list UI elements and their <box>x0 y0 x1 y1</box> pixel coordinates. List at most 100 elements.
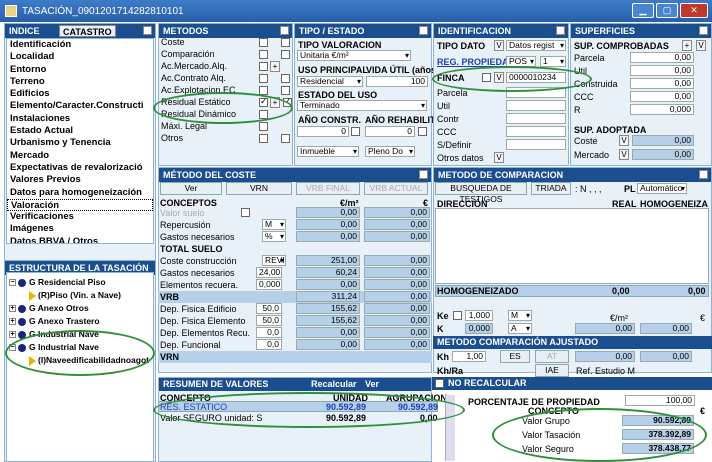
estado-select[interactable]: Terminado <box>297 100 427 111</box>
indice-item[interactable]: Mercado <box>7 150 153 162</box>
indice-item[interactable]: Terreno <box>7 76 153 88</box>
tree-node[interactable]: + G Anexo Otros <box>9 303 89 313</box>
sup-input[interactable]: 0,000 <box>630 104 694 115</box>
indice-item[interactable]: Identificación <box>7 39 153 51</box>
indice-toggle[interactable] <box>143 26 152 35</box>
coste-unit[interactable]: 0,000 <box>256 279 282 290</box>
estructura-tree[interactable]: − G Residencial Piso (R)Piso (Vin. a Nave… <box>6 272 154 462</box>
ident-input[interactable] <box>506 113 566 124</box>
vrn-button[interactable]: VRN <box>226 182 292 195</box>
vrb-actual-button[interactable]: VRB ACTUAL <box>364 182 428 195</box>
pos-num-select[interactable]: 1 <box>540 56 566 67</box>
tipo-valoracion-select[interactable]: Unitaria €/m² <box>297 50 411 61</box>
m-select[interactable]: M <box>508 310 532 321</box>
vrb-final-button[interactable]: VRB FINAL <box>296 182 360 195</box>
coste-unit[interactable]: 50,0 <box>256 303 282 314</box>
sup-input[interactable]: 0,00 <box>630 52 694 63</box>
metodo-check[interactable] <box>259 74 268 83</box>
sup-input[interactable]: 0,00 <box>630 78 694 89</box>
valor-suelo-check[interactable] <box>241 208 250 217</box>
coste-unit[interactable]: M <box>262 219 286 230</box>
tree-node[interactable]: + G Industrial Nave <box>9 329 99 339</box>
coste-unit[interactable]: 0,0 <box>256 327 282 338</box>
metodo-check-2[interactable] <box>281 38 290 47</box>
metodo-add-button[interactable]: + <box>270 97 280 108</box>
coste-unit[interactable]: % <box>262 231 286 242</box>
sup-input[interactable]: 0,00 <box>630 91 694 102</box>
uso-select[interactable]: Residencial <box>297 76 363 87</box>
sup-adopt-v[interactable]: V <box>619 149 629 160</box>
kh-input[interactable]: 1,00 <box>452 351 486 362</box>
metodo-check-2[interactable] <box>281 134 290 143</box>
ident-input[interactable] <box>506 126 566 137</box>
finca-input[interactable]: 0000010234 <box>506 72 566 83</box>
iae-button[interactable]: IAE <box>535 364 569 377</box>
indice-item[interactable]: Estado Actual <box>7 125 153 137</box>
anio-rehab-check[interactable] <box>418 127 427 136</box>
es-button[interactable]: ES <box>500 350 530 363</box>
resumen-scrollbar[interactable] <box>445 395 455 461</box>
coste-unit[interactable]: 50,0 <box>256 315 282 326</box>
ident-input[interactable] <box>506 100 566 111</box>
testigos-table[interactable] <box>435 208 709 284</box>
indice-item[interactable]: Datos para homogeneización <box>7 187 153 199</box>
recalcular-button[interactable]: Recalcular <box>311 378 357 391</box>
tree-node[interactable]: − G Residencial Piso <box>9 277 106 287</box>
coste-unit[interactable]: REVI <box>262 255 286 266</box>
busqueda-testigos-button[interactable]: BUSQUEDA DE TESTIGOS <box>435 182 527 204</box>
ver-button[interactable]: Ver <box>160 182 222 195</box>
metodo-check[interactable] <box>259 50 268 59</box>
metodo-check[interactable] <box>259 110 268 119</box>
indice-item[interactable]: Verificaciones <box>7 211 153 223</box>
metodo-add-button[interactable]: + <box>270 61 280 72</box>
indice-item[interactable]: Elemento/Caracter.Constructi <box>7 100 153 112</box>
inmueble-select[interactable]: Inmueble <box>297 146 359 157</box>
minimize-button[interactable]: ▁ <box>632 3 654 18</box>
pl-select[interactable]: Automático <box>637 183 687 194</box>
indice-item[interactable]: Entorno <box>7 64 153 76</box>
vida-input[interactable]: 100 <box>366 76 428 87</box>
ident-input[interactable] <box>506 87 566 98</box>
finca-v-button[interactable]: V <box>494 72 504 83</box>
close-button[interactable]: ✕ <box>680 3 708 18</box>
indice-item[interactable]: Valoración <box>7 198 153 212</box>
pleno-select[interactable]: Pleno Do <box>365 146 415 157</box>
metodo-check[interactable] <box>259 122 268 131</box>
metodo-check[interactable] <box>259 62 268 71</box>
metodo-check[interactable] <box>259 134 268 143</box>
ke-input[interactable]: 1,000 <box>465 310 493 321</box>
indice-item[interactable]: Datos BBVA / Otros <box>7 236 153 243</box>
metodo-check-2[interactable] <box>281 86 290 95</box>
no-recalcular-check[interactable] <box>435 379 444 388</box>
indice-item[interactable]: Instalaciones <box>7 113 153 125</box>
indice-item[interactable]: Valores Previos <box>7 174 153 186</box>
ident-input[interactable] <box>506 139 566 150</box>
triada-button[interactable]: TRIADA <box>531 182 571 195</box>
at-button[interactable]: AT <box>535 350 569 363</box>
metodo-check-2[interactable] <box>283 96 292 107</box>
anio-rehab-input[interactable]: 0 <box>365 126 415 137</box>
metodo-check-2[interactable] <box>281 74 290 83</box>
metodo-check[interactable] <box>259 38 268 47</box>
anio-constr-input[interactable]: 0 <box>297 126 349 137</box>
sup-adopt-v[interactable]: V <box>619 135 629 146</box>
catastro-tab[interactable]: CATASTRO <box>59 25 116 37</box>
v-button[interactable]: V <box>494 40 504 51</box>
sup-add-button[interactable]: + <box>682 40 692 51</box>
ke-check[interactable] <box>453 311 462 320</box>
indice-item[interactable]: Urbanismo y Tenencia <box>7 137 153 149</box>
tree-node[interactable]: − G Industrial Nave <box>9 342 99 352</box>
metodo-check[interactable] <box>259 96 268 107</box>
finca-check[interactable] <box>482 73 491 82</box>
indice-item[interactable]: Localidad <box>7 51 153 63</box>
sup-v-button[interactable]: V <box>696 40 706 51</box>
otros-v-button[interactable]: V <box>494 152 504 163</box>
tree-node[interactable]: (I)Naveedificabilidadnoagot <box>29 355 149 366</box>
indice-item[interactable]: Expectativas de revalorizació <box>7 162 153 174</box>
indice-list[interactable]: Identificación Localidad Entorno Terreno Edi… <box>6 38 154 244</box>
metodo-check-2[interactable] <box>281 50 290 59</box>
metodo-check[interactable] <box>259 86 268 95</box>
coste-unit[interactable]: 24,00 <box>256 267 282 278</box>
pos-select[interactable]: POS <box>506 56 536 67</box>
anio-constr-check[interactable] <box>351 127 360 136</box>
